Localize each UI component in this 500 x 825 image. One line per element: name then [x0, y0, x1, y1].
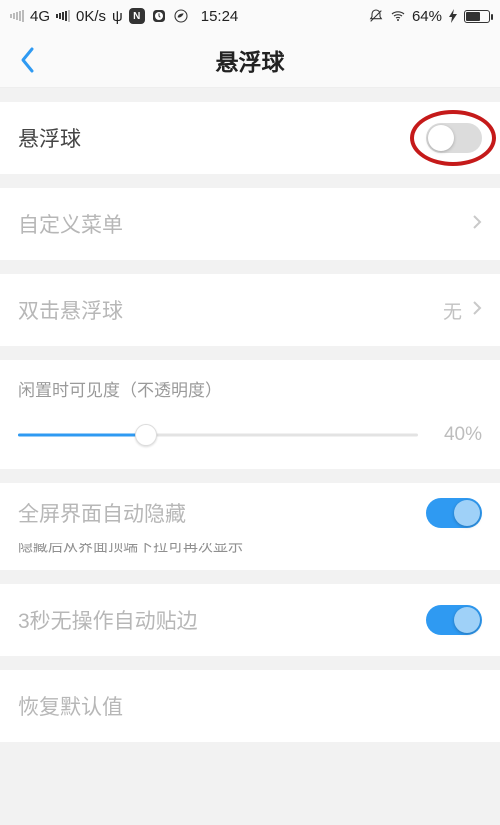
wifi-icon: [390, 8, 406, 24]
fullscreen-hide-label: 全屏界面自动隐藏: [18, 498, 186, 528]
row-auto-edge: 3秒无操作自动贴边: [0, 584, 500, 656]
signal-bars2-icon: [56, 10, 70, 22]
double-tap-value: 无: [443, 297, 462, 324]
dnd-icon: [368, 8, 384, 24]
usb-icon: ψ: [112, 8, 123, 25]
auto-edge-label: 3秒无操作自动贴边: [18, 605, 198, 635]
nav-header: 悬浮球: [0, 32, 500, 88]
opacity-percent: 40%: [436, 424, 482, 446]
signal-bars-icon: [10, 10, 24, 22]
auto-edge-toggle[interactable]: [426, 605, 482, 635]
row-custom-menu[interactable]: 自定义菜单: [0, 188, 500, 260]
lightning-icon: [448, 9, 458, 23]
slider-thumb[interactable]: [135, 424, 157, 446]
status-bar: 4G 0K/s ψ N 15:24 64%: [0, 0, 500, 32]
status-time: 15:24: [201, 8, 239, 25]
row-floatball: 悬浮球: [0, 102, 500, 174]
fullscreen-hide-toggle[interactable]: [426, 498, 482, 528]
status-left: 4G 0K/s ψ N 15:24: [10, 8, 238, 25]
page-title: 悬浮球: [216, 43, 285, 77]
reset-label: 恢复默认值: [18, 691, 123, 721]
app-badge-icon: N: [129, 8, 145, 24]
battery-pct: 64%: [412, 8, 442, 25]
clock-app-icon: [151, 8, 167, 24]
network-type: 4G: [30, 8, 50, 25]
floatball-label: 悬浮球: [18, 123, 81, 153]
opacity-slider[interactable]: [18, 423, 418, 447]
row-fullscreen-hide: 全屏界面自动隐藏: [0, 483, 500, 543]
chevron-right-icon: [472, 214, 482, 235]
opacity-title: 闲置时可见度（不透明度）: [18, 376, 482, 401]
chevron-right-icon: [472, 300, 482, 321]
double-tap-label: 双击悬浮球: [18, 295, 123, 325]
row-opacity: 闲置时可见度（不透明度） 40%: [0, 360, 500, 469]
row-double-tap[interactable]: 双击悬浮球 无: [0, 274, 500, 346]
custom-menu-label: 自定义菜单: [18, 209, 123, 239]
back-button[interactable]: [8, 32, 48, 87]
net-speed: 0K/s: [76, 8, 106, 25]
status-right: 64%: [368, 8, 490, 25]
floatball-toggle[interactable]: [426, 123, 482, 153]
row-reset-defaults[interactable]: 恢复默认值: [0, 670, 500, 742]
battery-icon: [464, 10, 490, 23]
leaf-icon: [173, 8, 189, 24]
